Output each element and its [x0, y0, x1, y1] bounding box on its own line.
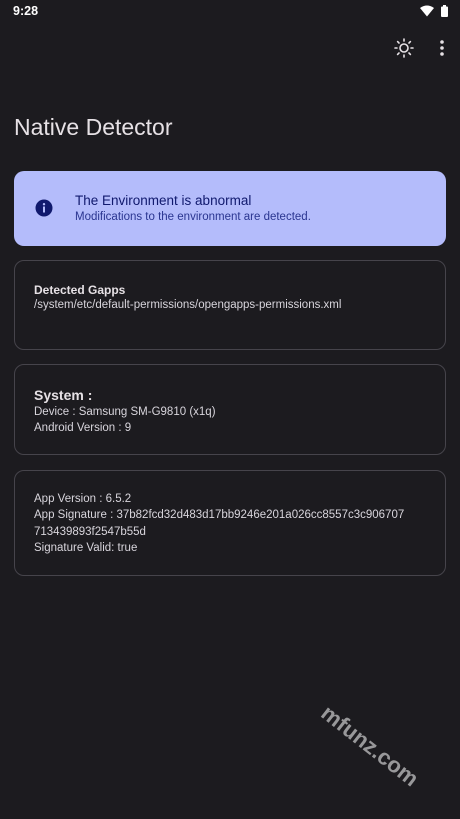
system-card: System : Device : Samsung SM-G9810 (x1q)… — [14, 364, 446, 455]
status-icons — [420, 4, 448, 22]
wifi-icon — [420, 4, 434, 22]
app-info-card: App Version : 6.5.2 App Signature : 37b8… — [14, 470, 446, 576]
toolbar-actions — [392, 36, 454, 60]
android-version: Android Version : 9 — [34, 422, 132, 434]
alert-subtitle: Modifications to the environment are det… — [75, 211, 311, 223]
gapps-heading: Detected Gapps — [34, 283, 126, 297]
page-title: Native Detector — [14, 114, 173, 140]
app-signature: App Signature : 37b82fcd32d483d17bb9246e… — [34, 509, 405, 521]
battery-icon — [441, 4, 448, 22]
alert-title: The Environment is abnormal — [75, 193, 252, 208]
app-signature-continued: 713439893f2547b55d — [34, 526, 146, 538]
environment-alert-card: The Environment is abnormal Modification… — [14, 171, 446, 246]
gapps-path: /system/etc/default-permissions/opengapp… — [34, 299, 342, 311]
detected-gapps-card: Detected Gapps /system/etc/default-permi… — [14, 260, 446, 350]
watermark-text: mfunz.com — [316, 700, 424, 792]
device-info: Device : Samsung SM-G9810 (x1q) — [34, 406, 216, 418]
info-icon — [35, 199, 53, 222]
signature-valid: Signature Valid: true — [34, 542, 138, 554]
watermark: mfunz.com — [316, 700, 424, 792]
status-bar: 9:28 — [0, 0, 460, 22]
status-time: 9:28 — [13, 4, 39, 18]
brightness-icon[interactable] — [392, 36, 416, 60]
system-heading: System : — [34, 387, 93, 403]
app-version: App Version : 6.5.2 — [34, 493, 132, 505]
more-vert-icon[interactable] — [430, 36, 454, 60]
